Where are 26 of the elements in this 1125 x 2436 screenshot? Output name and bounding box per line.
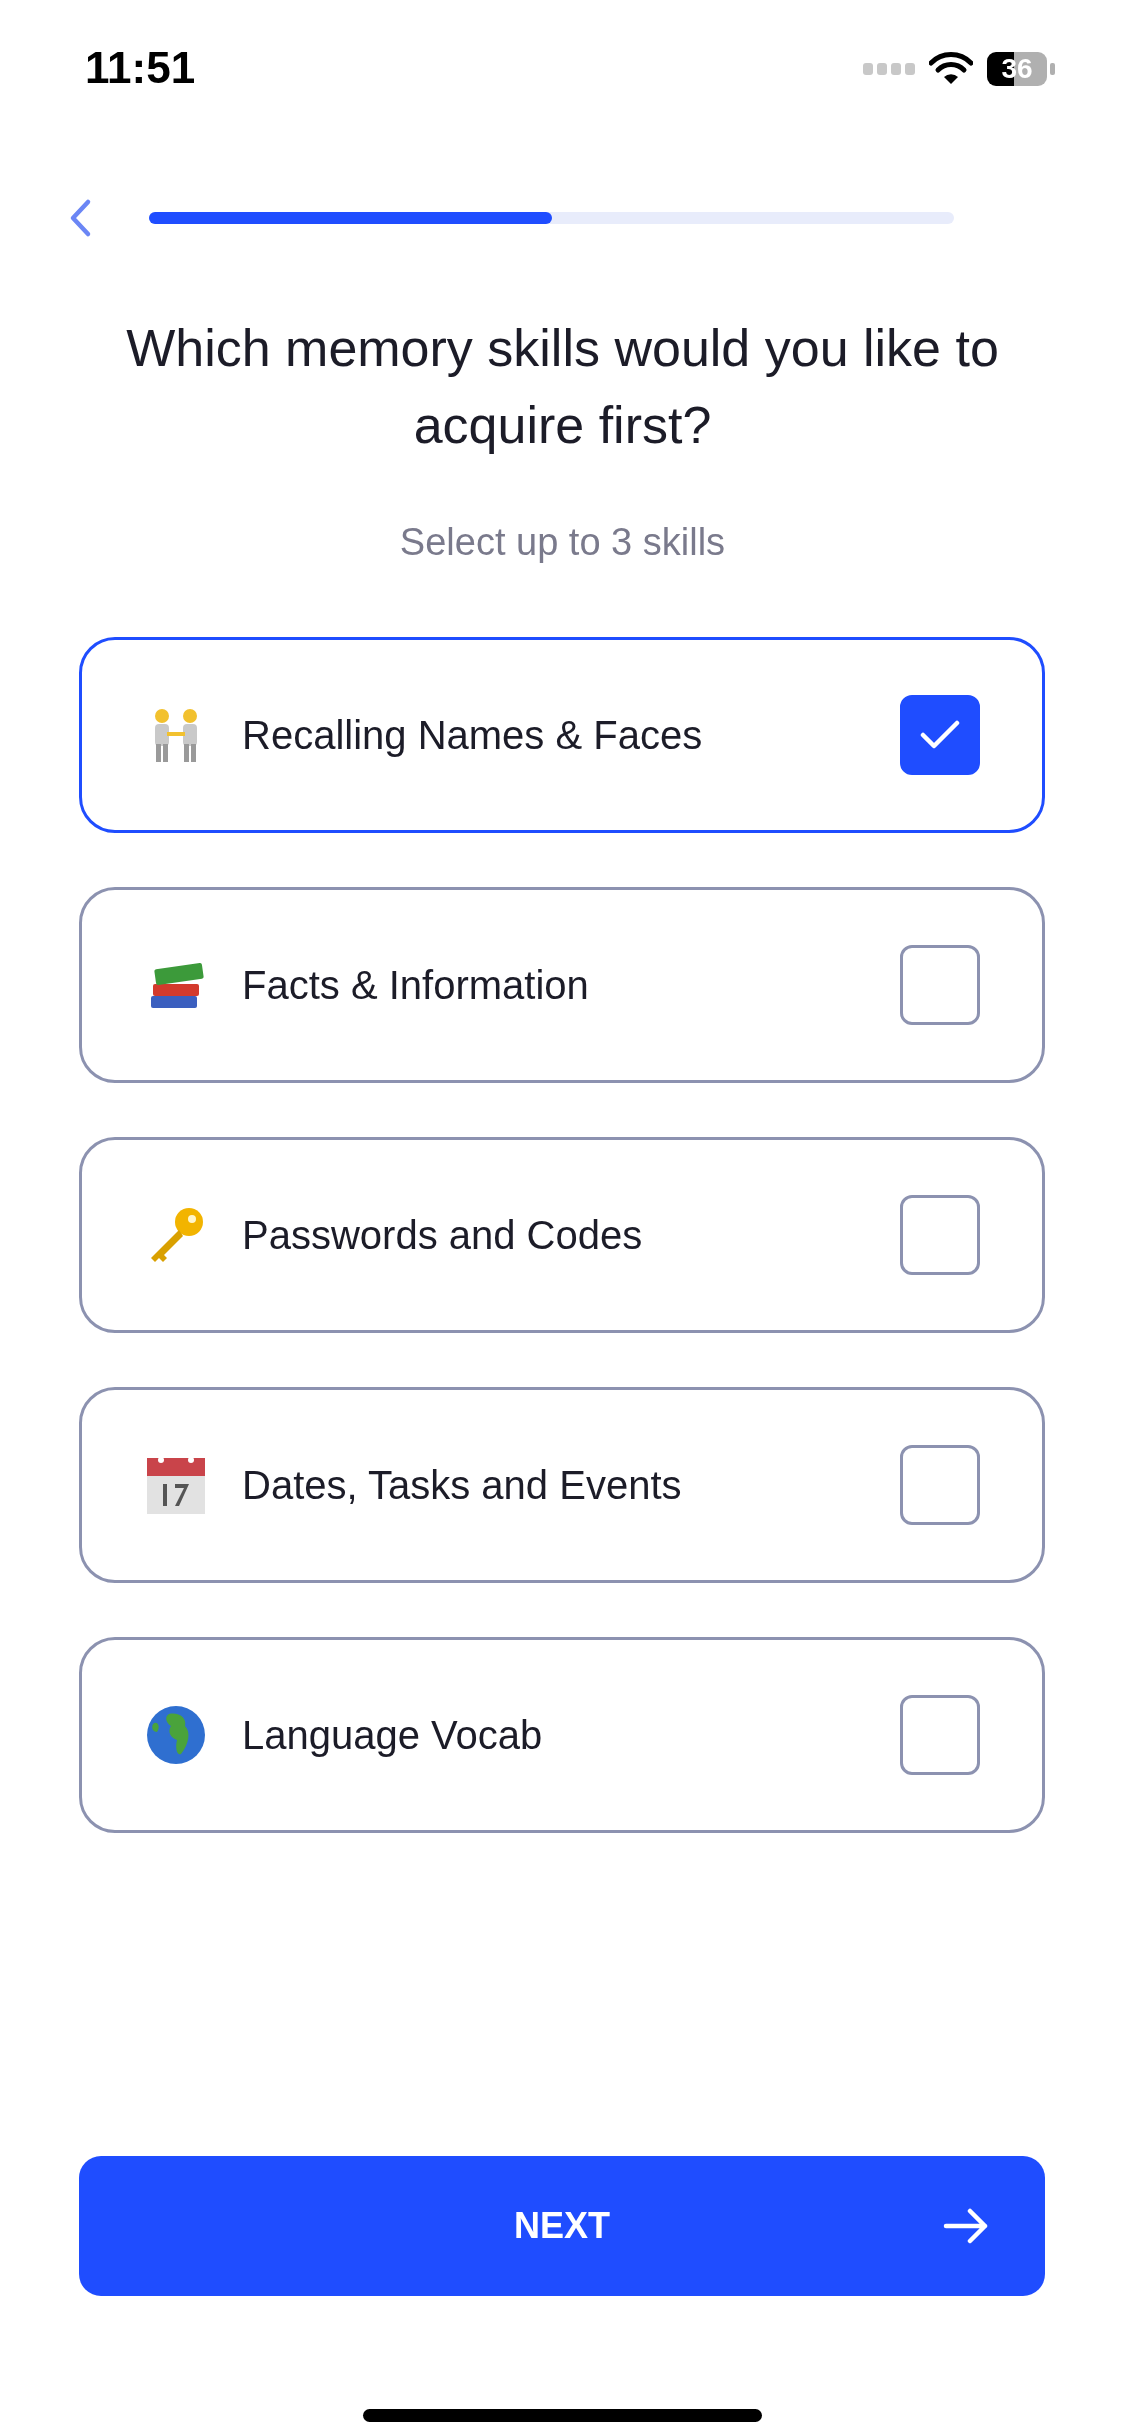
skill-option-card[interactable]: Language Vocab — [79, 1637, 1045, 1833]
skill-label: Passwords and Codes — [242, 1212, 644, 1258]
status-time: 11:51 — [85, 42, 196, 94]
arrow-right-icon — [943, 2208, 989, 2244]
checkmark-icon — [920, 720, 960, 750]
battery-tip-icon — [1050, 63, 1055, 75]
checkbox[interactable] — [900, 1695, 980, 1775]
instruction-text: Select up to 3 skills — [398, 520, 727, 565]
checkbox[interactable] — [900, 1195, 980, 1275]
next-button[interactable]: NEXT — [79, 2156, 1045, 2296]
skill-option-card[interactable]: Dates, Tasks and Events — [79, 1387, 1045, 1583]
skill-label: Recalling Names & Faces — [242, 712, 704, 758]
globe-icon — [145, 1704, 207, 1766]
skill-option-card[interactable]: Passwords and Codes — [79, 1137, 1045, 1333]
back-icon[interactable] — [68, 198, 92, 238]
skill-label: Dates, Tasks and Events — [242, 1462, 683, 1508]
wifi-icon — [929, 52, 973, 86]
checkbox[interactable] — [900, 695, 980, 775]
skill-label: Facts & Information — [242, 962, 590, 1008]
checkbox[interactable] — [900, 945, 980, 1025]
skill-option-card[interactable]: Facts & Information — [79, 887, 1045, 1083]
skill-label: Language Vocab — [242, 1712, 544, 1758]
question-title: Which memory skills would you like to acquire first? — [125, 318, 1000, 456]
skill-option-card[interactable]: Recalling Names & Faces — [79, 637, 1045, 833]
checkbox[interactable] — [900, 1445, 980, 1525]
signal-icon — [863, 62, 915, 76]
